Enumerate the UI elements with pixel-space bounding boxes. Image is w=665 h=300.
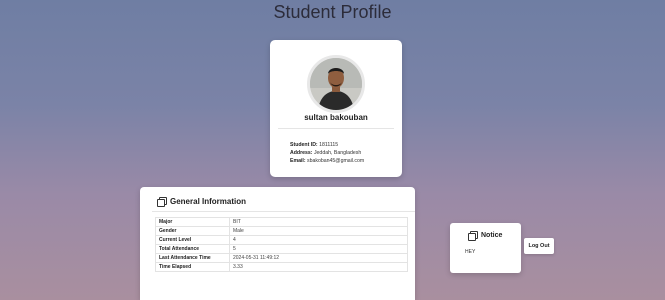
avatar-photo (310, 58, 362, 110)
avatar (307, 55, 365, 113)
cards-icon (468, 231, 478, 241)
table-value-cell: BIT (229, 217, 408, 227)
table-key-cell: Total Attendance (155, 244, 230, 254)
notice-card: Notice HEY (450, 223, 521, 273)
profile-card: sultan bakouban Student ID: 1811115 Addr… (270, 40, 402, 177)
student-id-value: 1811115 (319, 142, 339, 148)
address-label: Address: (290, 150, 313, 156)
table-value-cell: 5 (229, 244, 408, 254)
profile-name: sultan bakouban (304, 113, 368, 122)
general-information-title: General Information (170, 197, 247, 206)
profile-details: Student ID: 1811115 Address: Jeddah, Ban… (290, 141, 364, 165)
table-value-cell: Male (229, 226, 408, 236)
email-line: Email: sbakoban45@gmail.com (290, 157, 364, 165)
table-key-cell: Gender (155, 226, 230, 236)
notice-header: Notice (468, 231, 503, 241)
table-value-cell: 3.33 (229, 262, 408, 272)
table-row: Current Level 4 (155, 235, 408, 245)
page-title: Student Profile (273, 2, 392, 22)
table-value-cell: 4 (229, 235, 408, 245)
table-key-cell: Major (155, 217, 230, 227)
table-key-cell: Time Elapsed (155, 262, 230, 272)
address-line: Address: Jeddah, Bangladesh (290, 149, 364, 157)
student-id-line: Student ID: 1811115 (290, 141, 364, 149)
student-id-label: Student ID: (290, 142, 318, 148)
notice-title: Notice (481, 232, 503, 239)
table-key-cell: Last Attendance Time (155, 253, 230, 263)
cards-icon (157, 197, 167, 207)
email-value: sbakoban45@gmail.com (307, 158, 365, 164)
table-row: Total Attendance 5 (155, 244, 408, 254)
general-information-header: General Information (157, 197, 247, 207)
notice-text: HEY (465, 249, 476, 255)
table-row: Last Attendance Time 2024-05-31 11:49:12 (155, 253, 408, 263)
table-key-cell: Current Level (155, 235, 230, 245)
general-information-divider (152, 211, 415, 212)
email-label: Email: (290, 158, 306, 164)
address-value: Jeddah, Bangladesh (313, 150, 362, 156)
profile-divider (278, 128, 394, 129)
general-information-table: Major BIT Gender Male Current Level 4 Total At… (155, 217, 408, 272)
table-value-cell: 2024-05-31 11:49:12 (229, 253, 408, 263)
table-row: Major BIT (155, 217, 408, 227)
table-row: Time Elapsed 3.33 (155, 262, 408, 272)
logout-button[interactable]: Log Out (524, 238, 554, 254)
general-information-card: General Information Major BIT Gender Male Cu… (140, 187, 415, 300)
table-row: Gender Male (155, 226, 408, 236)
